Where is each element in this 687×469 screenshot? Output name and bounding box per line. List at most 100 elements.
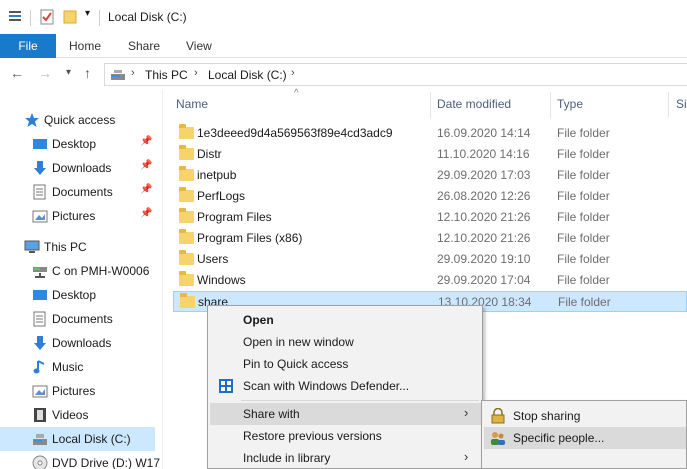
sidebar-item-this-pc[interactable]: This PC xyxy=(0,235,160,259)
sidebar-item-dvd-drive[interactable]: DVD Drive (D:) W17 xyxy=(0,451,160,469)
menu-item-label: Specific people... xyxy=(513,431,605,445)
sidebar-item-label: Videos xyxy=(52,408,89,422)
sidebar-item-music[interactable]: Music xyxy=(0,355,160,379)
file-type: File folder xyxy=(557,210,610,224)
pin-icon[interactable]: 📌 xyxy=(140,208,152,219)
column-separator[interactable] xyxy=(430,92,431,118)
table-row[interactable]: Users 29.09.2020 19:10 File folder xyxy=(173,249,687,270)
sidebar-item-label: Music xyxy=(52,360,84,374)
sidebar-item-label: DVD Drive (D:) W17 xyxy=(52,456,161,469)
sidebar-item-pictures[interactable]: Pictures xyxy=(0,379,160,403)
table-row[interactable]: inetpub 29.09.2020 17:03 File folder xyxy=(173,165,687,186)
tab-view[interactable]: View xyxy=(186,34,212,58)
pin-icon[interactable]: 📌 xyxy=(140,160,152,171)
lock-icon xyxy=(491,408,505,424)
pin-icon[interactable]: 📌 xyxy=(140,136,152,147)
pin-icon[interactable]: 📌 xyxy=(140,184,152,195)
menu-item-stop-sharing[interactable]: Stop sharing xyxy=(484,405,686,427)
ribbon: File Home Share View xyxy=(0,34,687,58)
breadcrumb-local-disk[interactable]: Local Disk (C:) xyxy=(208,68,287,82)
network-drive-icon xyxy=(33,267,47,278)
file-name: Distr xyxy=(197,147,222,161)
new-folder-icon[interactable] xyxy=(63,9,77,25)
back-arrow-icon[interactable]: ← xyxy=(10,65,24,81)
menu-item-specific-people[interactable]: Specific people... xyxy=(484,427,686,449)
star-icon xyxy=(25,113,39,127)
sidebar-item-label: Pictures xyxy=(52,384,96,398)
documents-icon xyxy=(33,311,46,327)
tab-home[interactable]: Home xyxy=(69,34,101,58)
table-row[interactable]: Windows 29.09.2020 17:04 File folder xyxy=(173,270,687,291)
sidebar-item-pictures[interactable]: Pictures 📌 xyxy=(0,204,160,228)
sidebar-item-downloads[interactable]: Downloads 📌 xyxy=(0,156,160,180)
sidebar-item-documents[interactable]: Documents 📌 xyxy=(0,180,160,204)
menu-item-label: Open xyxy=(243,313,274,327)
properties-icon[interactable] xyxy=(40,9,54,25)
explorer-app-icon[interactable] xyxy=(8,9,22,23)
documents-icon xyxy=(33,184,46,200)
file-type: File folder xyxy=(557,273,610,287)
titlebar-separator xyxy=(30,10,31,26)
menu-item-share-with[interactable]: Share with › xyxy=(210,403,481,425)
breadcrumb-chevron-icon[interactable]: › xyxy=(131,67,135,79)
forward-arrow-icon[interactable]: → xyxy=(38,65,52,81)
sidebar-item-local-disk[interactable]: Local Disk (C:) xyxy=(0,427,155,451)
table-row[interactable]: PerfLogs 26.08.2020 12:26 File folder xyxy=(173,186,687,207)
sidebar-item-quick-access[interactable]: Quick access xyxy=(0,108,160,132)
folder-icon xyxy=(179,166,194,181)
column-header-type[interactable]: Type xyxy=(557,90,583,118)
menu-separator xyxy=(241,400,479,401)
column-header-date-modified[interactable]: Date modified xyxy=(437,90,511,118)
file-type: File folder xyxy=(557,252,610,266)
navigation-pane: Quick access Desktop 📌 Downloads 📌 Docum… xyxy=(0,96,162,469)
context-menu: Open Open in new window Pin to Quick acc… xyxy=(207,305,483,469)
file-date: 29.09.2020 17:03 xyxy=(437,168,531,182)
menu-item-scan-defender[interactable]: Scan with Windows Defender... xyxy=(210,375,481,397)
menu-item-pin-quick-access[interactable]: Pin to Quick access xyxy=(210,353,481,375)
customize-toolbar-icon[interactable]: ▾ xyxy=(85,8,90,19)
table-row[interactable]: Distr 11.10.2020 14:16 File folder xyxy=(173,144,687,165)
menu-item-open[interactable]: Open xyxy=(210,309,481,331)
sidebar-item-network-drive[interactable]: C on PMH-W0006 xyxy=(0,259,160,283)
table-row[interactable]: Program Files 12.10.2020 21:26 File fold… xyxy=(173,207,687,228)
sidebar-item-label: Desktop xyxy=(52,137,97,151)
menu-item-label: Scan with Windows Defender... xyxy=(243,379,410,393)
sidebar-item-videos[interactable]: Videos xyxy=(0,403,160,427)
file-type: File folder xyxy=(557,189,610,203)
pictures-icon xyxy=(32,210,48,223)
file-name: PerfLogs xyxy=(197,189,246,203)
folder-icon xyxy=(179,208,194,223)
sidebar-item-downloads[interactable]: Downloads xyxy=(0,331,160,355)
breadcrumb-this-pc[interactable]: This PC xyxy=(145,68,188,82)
table-row[interactable]: Program Files (x86) 12.10.2020 21:26 Fil… xyxy=(173,228,687,249)
sidebar-item-label: Desktop xyxy=(52,288,97,302)
column-header-size[interactable]: Si xyxy=(676,90,687,118)
sidebar-item-desktop[interactable]: Desktop xyxy=(0,283,160,307)
column-separator[interactable] xyxy=(550,92,551,118)
address-bar[interactable]: › This PC › Local Disk (C:) › xyxy=(104,63,687,86)
column-header-name[interactable]: Name xyxy=(176,90,208,118)
sidebar-item-documents[interactable]: Documents xyxy=(0,307,160,331)
column-separator[interactable] xyxy=(668,92,669,118)
sidebar-item-label: Pictures xyxy=(52,209,96,223)
file-name: Windows xyxy=(197,273,246,287)
folder-icon xyxy=(179,229,194,244)
desktop-icon xyxy=(33,139,47,149)
file-name: Users xyxy=(197,252,229,266)
table-row[interactable]: 1e3deeed9d4a569563f89e4cd3adc9 16.09.202… xyxy=(173,123,687,144)
breadcrumb-chevron-icon[interactable]: › xyxy=(291,67,295,79)
menu-item-open-new-window[interactable]: Open in new window xyxy=(210,331,481,353)
file-type: File folder xyxy=(557,147,610,161)
up-arrow-icon[interactable]: ↑ xyxy=(84,65,91,81)
menu-item-include-library[interactable]: Include in library › xyxy=(210,447,481,469)
tab-share[interactable]: Share xyxy=(128,34,160,58)
computer-icon xyxy=(24,240,40,253)
sort-ascending-icon: ^ xyxy=(294,88,299,99)
sidebar-item-desktop[interactable]: Desktop 📌 xyxy=(0,132,160,156)
breadcrumb-chevron-icon[interactable]: › xyxy=(194,67,198,79)
menu-item-restore-versions[interactable]: Restore previous versions xyxy=(210,425,481,447)
recent-locations-chevron-icon[interactable]: ▾ xyxy=(66,67,71,78)
sidebar-item-label: Documents xyxy=(52,185,113,199)
tab-file[interactable]: File xyxy=(0,34,56,58)
pane-divider[interactable] xyxy=(162,90,163,469)
